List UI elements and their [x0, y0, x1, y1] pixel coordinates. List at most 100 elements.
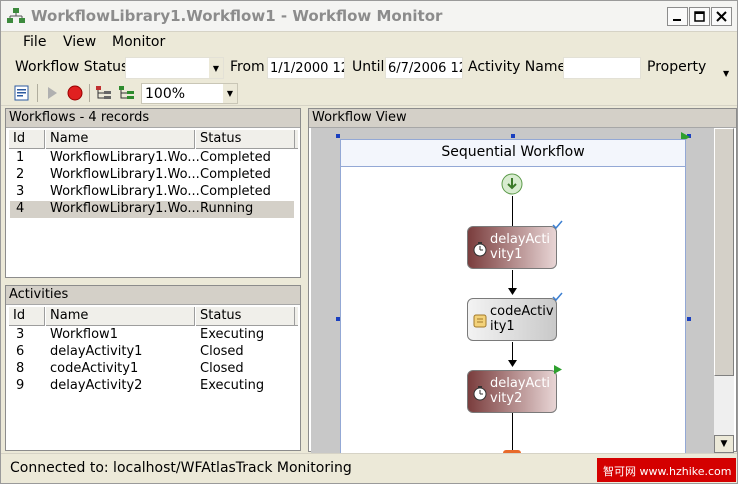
activity-label: delayActivity2 — [490, 376, 551, 406]
list-item[interactable]: 3 Workflow1 Executing — [10, 327, 294, 344]
collapse-tree-icon[interactable] — [95, 84, 113, 102]
list-item[interactable]: 9 delayActivity2 Executing — [10, 378, 294, 395]
sequential-workflow[interactable]: Sequential Workflow delayActivity1 codeA… — [340, 139, 686, 453]
list-item[interactable]: 8 codeActivity1 Closed — [10, 361, 294, 378]
table-row[interactable]: 2 WorkflowLibrary1.Wo... Completed — [10, 167, 294, 184]
row-name: Workflow1 — [50, 327, 118, 342]
column-header-status[interactable]: Status — [195, 130, 295, 149]
row-status: Completed — [200, 167, 271, 182]
column-header-status[interactable]: Status — [195, 307, 295, 326]
activity-label: codeActivity1 — [490, 304, 554, 334]
table-row-selected[interactable]: 4 WorkflowLibrary1.Wo... Running — [10, 201, 294, 218]
maximize-icon — [694, 11, 705, 22]
connector-line — [512, 196, 513, 226]
sequential-workflow-title: Sequential Workflow — [341, 140, 685, 167]
arrowhead-icon — [508, 288, 517, 295]
row-name: WorkflowLibrary1.Wo... — [50, 167, 200, 182]
workflow-view-scrollbar[interactable]: ▼ — [714, 128, 734, 453]
completed-check-icon — [552, 220, 563, 230]
workflow-view-header: Workflow View — [309, 109, 736, 128]
table-row[interactable]: 1 WorkflowLibrary1.Wo... Completed — [10, 150, 294, 167]
menu-file[interactable]: File — [23, 34, 46, 50]
row-status: Completed — [200, 150, 271, 165]
until-date-field[interactable]: 6/7/2006 12: — [385, 57, 463, 79]
connector-line — [512, 413, 513, 453]
workflow-status-label: Workflow Status — [15, 59, 129, 75]
row-name: WorkflowLibrary1.Wo... — [50, 184, 200, 199]
row-status: Executing — [200, 378, 265, 393]
property-label: Property — [647, 59, 707, 75]
menu-monitor[interactable]: Monitor — [112, 34, 165, 50]
overflow-chevron-icon[interactable]: ▼ — [723, 69, 729, 78]
row-id: 3 — [16, 327, 25, 342]
close-icon — [716, 11, 727, 22]
row-id: 6 — [16, 344, 25, 359]
title-bar: WorkflowLibrary1.Workflow1 - Workflow Mo… — [1, 1, 737, 32]
activity-label: delayActivity1 — [490, 232, 551, 262]
timer-icon — [473, 386, 487, 401]
start-icon — [501, 173, 523, 195]
code-activity-1[interactable]: codeActivity1 — [467, 298, 557, 341]
maximize-button[interactable] — [689, 7, 710, 26]
row-id: 3 — [16, 184, 25, 199]
column-header-id[interactable]: Id — [8, 130, 45, 149]
workflows-panel: Workflows - 4 records Id Name Status 1 W… — [5, 108, 301, 278]
menu-view[interactable]: View — [63, 34, 96, 50]
row-name: codeActivity1 — [50, 361, 139, 376]
row-id: 8 — [16, 361, 25, 376]
selection-handle[interactable] — [336, 134, 340, 138]
row-status: Closed — [200, 361, 244, 376]
scrollbar-thumb[interactable] — [714, 128, 734, 376]
row-status: Running — [200, 201, 254, 216]
workflow-status-dropdown[interactable]: ▼ — [125, 57, 224, 79]
row-id: 9 — [16, 378, 25, 393]
toolbar-separator — [37, 84, 38, 102]
row-name: delayActivity2 — [50, 378, 143, 393]
workflows-panel-header: Workflows - 4 records — [6, 109, 300, 128]
from-label: From — [230, 59, 265, 75]
row-name: WorkflowLibrary1.Wo... — [50, 150, 200, 165]
list-item[interactable]: 6 delayActivity1 Closed — [10, 344, 294, 361]
from-date-field[interactable]: 1/1/2000 12: — [267, 57, 345, 79]
close-button[interactable] — [711, 7, 732, 26]
activities-panel: Activities Id Name Status 3 Workflow1 Ex… — [5, 285, 301, 451]
settings-icon[interactable] — [13, 84, 31, 102]
workflow-designer-canvas[interactable]: Sequential Workflow delayActivity1 codeA… — [311, 128, 714, 453]
play-icon[interactable] — [43, 84, 61, 102]
completed-check-icon — [552, 292, 563, 302]
window-title: WorkflowLibrary1.Workflow1 - Workflow Mo… — [31, 7, 443, 25]
row-status: Completed — [200, 184, 271, 199]
activity-name-label: Activity Name — [468, 59, 567, 75]
delay-activity-2[interactable]: delayActivity2 — [467, 370, 557, 413]
scroll-down-button[interactable]: ▼ — [714, 435, 734, 453]
timer-icon — [473, 242, 487, 257]
selection-handle[interactable] — [687, 317, 691, 321]
zoom-dropdown[interactable]: 100% ▼ — [141, 83, 238, 104]
expand-tree-icon[interactable] — [118, 84, 136, 102]
workflow-view-panel: Workflow View Sequential Workflow delayA… — [308, 108, 737, 453]
row-id: 4 — [16, 201, 25, 216]
column-header-name[interactable]: Name — [45, 307, 195, 326]
row-id: 2 — [16, 167, 25, 182]
connection-status: Connected to: localhost/WFAtlasTrack Mon… — [10, 460, 352, 476]
filter-bar: Workflow Status ▼ From 1/1/2000 12: Unti… — [1, 55, 737, 81]
chevron-down-icon[interactable]: ▼ — [223, 84, 237, 103]
activity-name-field[interactable] — [563, 57, 641, 79]
row-status: Closed — [200, 344, 244, 359]
app-window: WorkflowLibrary1.Workflow1 - Workflow Mo… — [0, 0, 738, 484]
zoom-value: 100% — [145, 86, 186, 102]
delay-activity-1[interactable]: delayActivity1 — [467, 226, 557, 269]
workflow-app-icon — [7, 8, 25, 23]
table-row[interactable]: 3 WorkflowLibrary1.Wo... Completed — [10, 184, 294, 201]
chevron-down-icon[interactable]: ▼ — [209, 58, 223, 78]
row-name: delayActivity1 — [50, 344, 143, 359]
watermark: 智可网 www.hzhike.com — [597, 458, 736, 482]
column-header-id[interactable]: Id — [8, 307, 45, 326]
stop-icon[interactable] — [66, 84, 84, 102]
minimize-button[interactable] — [667, 7, 688, 26]
row-status: Executing — [200, 327, 265, 342]
column-header-name[interactable]: Name — [45, 130, 195, 149]
selection-handle[interactable] — [511, 134, 515, 138]
workflows-grid-header: Id Name Status — [8, 130, 298, 149]
activities-panel-header: Activities — [6, 286, 300, 305]
